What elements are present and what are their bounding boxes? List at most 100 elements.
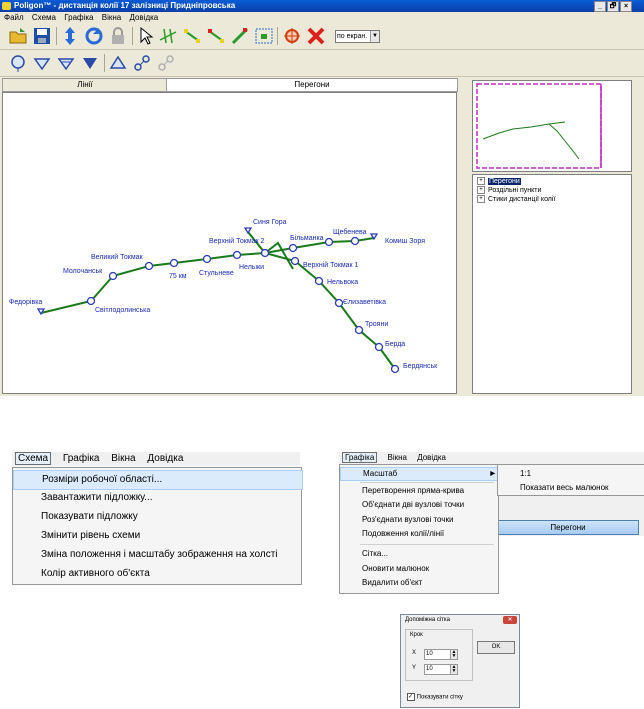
menu-item-refresh[interactable]: Оновити малюнок: [340, 563, 498, 575]
link-disabled-icon: [156, 53, 176, 73]
graphics-dropdown: Масштаб ▶ Перетворення прямa-крива Об'єдн…: [339, 464, 500, 594]
station-label: Єлизаветівка: [343, 298, 386, 306]
checkbox-label: Показувати сітку: [416, 694, 463, 701]
close-button[interactable]: ×: [620, 1, 632, 12]
y-step-input[interactable]: 10: [424, 664, 451, 675]
object-tree: + Перегони + Роздільні пункти + Стики диста…: [472, 174, 632, 394]
junction-tool-icon[interactable]: [56, 53, 76, 73]
station-label: 75 км: [169, 273, 187, 280]
lock-icon[interactable]: [108, 26, 128, 46]
menu-file[interactable]: Файл: [4, 13, 24, 22]
tab-sections[interactable]: Перегони: [166, 78, 458, 92]
minimize-button[interactable]: _: [594, 1, 606, 12]
target-icon[interactable]: [282, 26, 302, 46]
pointer-icon[interactable]: [136, 26, 156, 46]
triangle-down-tool-icon[interactable]: [80, 53, 100, 73]
restore-button[interactable]: 🗗: [607, 1, 619, 12]
menu-graphics[interactable]: Графіка: [63, 453, 100, 464]
menu-item-join-nodes[interactable]: Об'єднати дві вузлові точки: [340, 499, 498, 511]
station-label: Синя Гора: [253, 219, 287, 226]
station-label: Нельжи: [239, 264, 264, 271]
chevron-down-icon[interactable]: ▼: [370, 31, 379, 42]
menu-item-load-underlay[interactable]: Завантажити підложку...: [13, 489, 301, 507]
scheme-canvas[interactable]: Федорівка Світлодолинська Молочанськ Вел…: [2, 92, 457, 394]
station-label: Комиш Зоря: [385, 238, 425, 245]
tab-sections[interactable]: Перегони: [497, 520, 639, 535]
station-label: Федорівка: [9, 298, 42, 306]
dialog-close-button[interactable]: ✕: [503, 616, 517, 624]
refresh-icon[interactable]: [84, 26, 104, 46]
x-spinner[interactable]: ▲ ▼: [450, 649, 458, 660]
menu-windows[interactable]: Вікна: [388, 453, 407, 462]
menu-item-position-scale[interactable]: Зміна положення і масштабу зображення на…: [13, 546, 301, 564]
scale-combo[interactable]: по екран. ▼: [335, 30, 380, 43]
menu-item-active-color[interactable]: Колір активного об'єкта: [13, 565, 301, 583]
window-title: Poligon™ - дистанція колії 17 залізниці …: [14, 1, 236, 10]
menu-help[interactable]: Довідка: [147, 453, 183, 464]
station-label: Стульневе: [199, 270, 234, 277]
move-updown-icon[interactable]: [60, 26, 80, 46]
menu-item-scale[interactable]: Масштаб ▶: [340, 467, 500, 481]
chevron-right-icon: ▶: [490, 471, 495, 477]
menu-schema[interactable]: Схема: [32, 13, 56, 22]
delete-icon[interactable]: [306, 26, 326, 46]
main-window: Poligon™ - дистанція колії 17 залізниці …: [0, 0, 644, 396]
menu-graphics-open[interactable]: Графіка: [342, 452, 378, 463]
draw-line-icon[interactable]: [158, 26, 178, 46]
link-tool-icon[interactable]: [132, 53, 152, 73]
fit-window-icon[interactable]: [254, 26, 274, 46]
stop-tool-icon[interactable]: [32, 53, 52, 73]
station-label: Нельвока: [327, 279, 358, 286]
menu-item-grid[interactable]: Сітка...: [340, 548, 498, 560]
scale-submenu: 1:1 Показати весь малюнок: [497, 464, 644, 496]
x-step-input[interactable]: 10: [424, 649, 451, 660]
submenu-item-show-all[interactable]: Показати весь малюнок: [520, 483, 609, 492]
tree-item-stations[interactable]: + Роздільні пункти: [477, 186, 541, 194]
show-grid-checkbox-row[interactable]: ✓ Показувати сітку: [407, 693, 463, 701]
menu-graphics[interactable]: Графіка: [64, 13, 93, 22]
station-label: Бердянськ: [403, 363, 438, 370]
station-label: Щебенева: [333, 228, 367, 236]
open-icon[interactable]: [8, 26, 28, 46]
app-logo-icon: [2, 2, 11, 10]
submenu-item-1-1[interactable]: 1:1: [520, 469, 531, 478]
menu-item-delete-object[interactable]: Видалити об'єкт: [340, 577, 498, 589]
station-label: Молочанськ: [63, 268, 103, 275]
ok-button[interactable]: OK: [477, 641, 515, 654]
schema-menubar: Схема Графіка Вікна Довідка: [12, 452, 300, 466]
step-group: Крок X 10 ▲ ▼ Y 10 ▲ ▼: [405, 629, 473, 681]
menu-item-extend-line[interactable]: Подовження колії/лінії: [340, 528, 498, 540]
view-tabs: Лінії Перегони: [0, 78, 458, 92]
menu-windows[interactable]: Вікна: [111, 453, 135, 464]
grid-dialog: Допоміжна сітка ✕ Крок X 10 ▲ ▼ Y 10 ▲ ▼ O…: [400, 614, 520, 708]
save-icon[interactable]: [32, 26, 52, 46]
station-label: Більманка: [290, 234, 324, 242]
y-spinner[interactable]: ▲ ▼: [450, 664, 458, 675]
overview-panel[interactable]: [472, 80, 632, 172]
tab-lines[interactable]: Лінії: [2, 78, 168, 92]
menu-help[interactable]: Довідка: [129, 13, 158, 22]
menu-schema-open[interactable]: Схема: [15, 452, 52, 465]
dialog-title: Допоміжна сітка: [405, 617, 451, 623]
station-label: Великий Токмак: [91, 253, 144, 261]
station-label: Світлодолинська: [95, 306, 150, 314]
tree-item-sections[interactable]: + Перегони: [477, 177, 521, 185]
curve-tool-icon[interactable]: [230, 26, 250, 46]
show-grid-checkbox[interactable]: ✓: [407, 693, 415, 701]
triangle-up-tool-icon[interactable]: [108, 53, 128, 73]
y-label: Y: [412, 665, 417, 671]
station-label: Трояни: [365, 321, 388, 328]
menu-item-workspace-size[interactable]: Розміри робочої області...: [13, 470, 303, 490]
add-node-icon[interactable]: [182, 26, 202, 46]
schema-dropdown: Розміри робочої області... Завантажити п…: [12, 467, 303, 585]
menu-item-change-level[interactable]: Змінити рівень схеми: [13, 527, 301, 545]
scale-combo-value: по екран.: [337, 33, 368, 40]
menu-item-show-underlay[interactable]: Показувати підложку: [13, 508, 301, 526]
delete-node-icon[interactable]: [206, 26, 226, 46]
station-tool-icon[interactable]: [8, 53, 28, 73]
menu-item-split-nodes[interactable]: Роз'єднати вузлові точки: [340, 514, 498, 526]
menu-help[interactable]: Довідка: [417, 453, 446, 462]
menu-item-line-curve[interactable]: Перетворення прямa-крива: [340, 485, 498, 497]
tree-item-joints[interactable]: + Стики дистанції колії: [477, 195, 555, 203]
menu-windows[interactable]: Вікна: [102, 13, 121, 22]
